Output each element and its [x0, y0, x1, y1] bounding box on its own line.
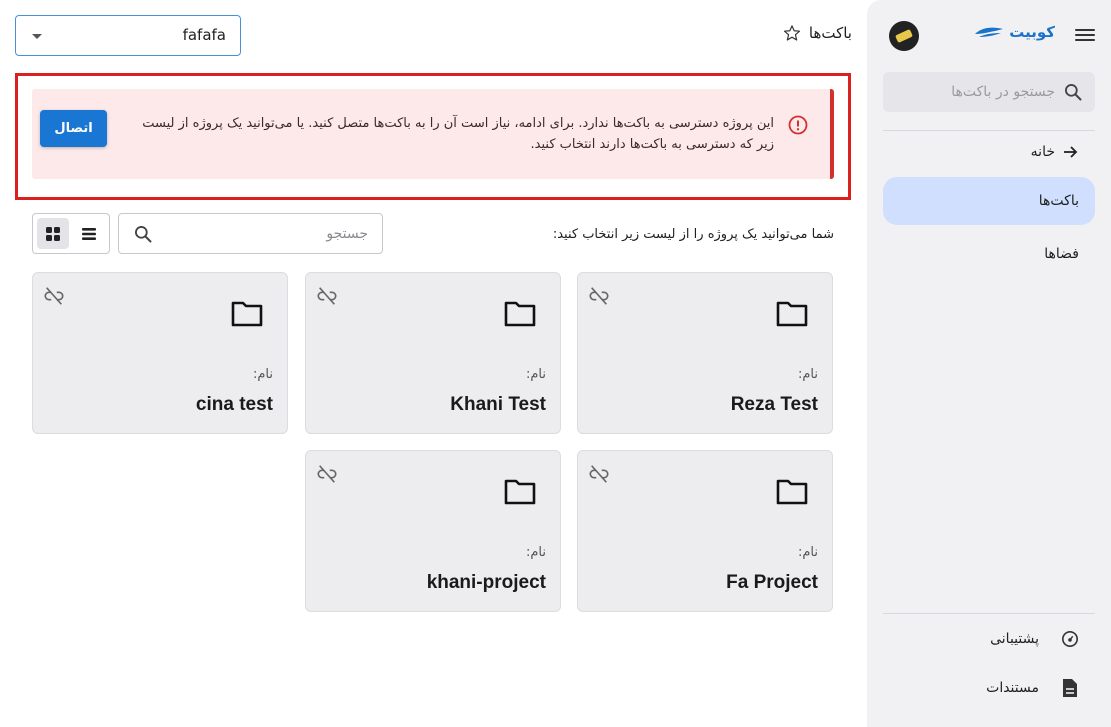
- no-access-alert: این پروژه دسترسی به باکت‌ها ندارد. برای …: [32, 89, 834, 179]
- brand-logo[interactable]: کوبیت: [973, 23, 1055, 41]
- project-card[interactable]: نام: Reza Test: [577, 272, 833, 434]
- card-name-label: نام:: [252, 367, 273, 382]
- card-project-name: khani-project: [426, 572, 546, 593]
- card-name-label: نام:: [797, 367, 818, 382]
- project-search-input[interactable]: جستجو: [118, 213, 383, 254]
- project-list-panel: شما می‌توانید یک پروژه را از لیست زیر ان…: [15, 200, 851, 628]
- document-icon: [1061, 679, 1079, 697]
- star-icon[interactable]: [783, 24, 801, 42]
- view-toggle: [32, 213, 110, 254]
- link-off-icon: [44, 287, 64, 305]
- sidebar-item-label: مستندات: [986, 680, 1039, 696]
- link-off-icon: [317, 287, 337, 305]
- grid-view-button[interactable]: [37, 218, 69, 249]
- folder-icon: [504, 479, 536, 505]
- project-card[interactable]: نام: cina test: [32, 272, 288, 434]
- list-icon: [82, 227, 96, 240]
- link-off-icon: [589, 465, 609, 483]
- link-off-icon: [317, 465, 337, 483]
- connect-button[interactable]: اتصال: [40, 110, 107, 147]
- sidebar-header: کوبیت: [867, 16, 1111, 56]
- link-off-icon: [589, 287, 609, 305]
- avatar[interactable]: [889, 21, 919, 51]
- divider: [883, 613, 1095, 614]
- card-name-label: نام:: [525, 367, 546, 382]
- list-view-button[interactable]: [73, 218, 105, 249]
- brand-name: کوبیت: [1009, 23, 1055, 41]
- project-card[interactable]: نام: khani-project: [305, 450, 561, 612]
- card-name-label: نام:: [525, 545, 546, 560]
- sidebar-item-label: خانه: [1030, 144, 1055, 160]
- search-icon: [135, 225, 152, 242]
- sidebar-item-label: پشتیبانی: [990, 631, 1039, 647]
- sidebar-item-docs[interactable]: مستندات: [883, 664, 1095, 712]
- folder-icon: [776, 479, 808, 505]
- error-icon: [788, 115, 808, 135]
- sidebar-item-home[interactable]: خانه: [883, 128, 1095, 176]
- sidebar-item-spaces[interactable]: فضاها: [883, 230, 1095, 278]
- project-select-value: fafafa: [182, 26, 226, 44]
- sidebar-search-placeholder: جستجو در باکت‌ها: [951, 84, 1055, 100]
- sidebar-item-label: باکت‌ها: [1038, 193, 1079, 209]
- brand-icon: [975, 27, 1004, 37]
- page-title: باکت‌ها: [740, 24, 852, 42]
- project-card[interactable]: نام: Fa Project: [577, 450, 833, 612]
- card-project-name: cina test: [195, 394, 273, 415]
- project-card[interactable]: نام: Khani Test: [305, 272, 561, 434]
- folder-icon: [776, 301, 808, 327]
- project-select[interactable]: fafafa: [15, 15, 241, 56]
- card-project-name: Khani Test: [450, 394, 546, 415]
- sidebar-item-support[interactable]: پشتیبانی: [883, 615, 1095, 663]
- alert-message: این پروژه دسترسی به باکت‌ها ندارد. برای …: [142, 116, 774, 152]
- support-icon: [1061, 630, 1079, 648]
- folder-icon: [504, 301, 536, 327]
- sidebar-item-buckets[interactable]: باکت‌ها: [883, 177, 1095, 225]
- page-title-text: باکت‌ها: [808, 24, 852, 42]
- sidebar-item-label: فضاها: [1044, 246, 1079, 262]
- card-project-name: Reza Test: [730, 394, 818, 415]
- card-project-name: Fa Project: [726, 572, 818, 593]
- sidebar-search-input[interactable]: جستجو در باکت‌ها: [883, 72, 1095, 112]
- arrow-right-icon: [1061, 143, 1079, 161]
- grid-icon: [46, 226, 60, 241]
- card-name-label: نام:: [797, 545, 818, 560]
- sidebar: کوبیت جستجو در باکت‌ها خانه باکت‌ها فضاه…: [867, 0, 1111, 727]
- instruction-text: شما می‌توانید یک پروژه را از لیست زیر ان…: [552, 227, 834, 242]
- search-placeholder: جستجو: [326, 225, 368, 242]
- chevron-down-icon: [32, 34, 42, 39]
- folder-icon: [231, 301, 263, 327]
- menu-icon[interactable]: [1075, 26, 1095, 46]
- search-icon: [1065, 84, 1082, 101]
